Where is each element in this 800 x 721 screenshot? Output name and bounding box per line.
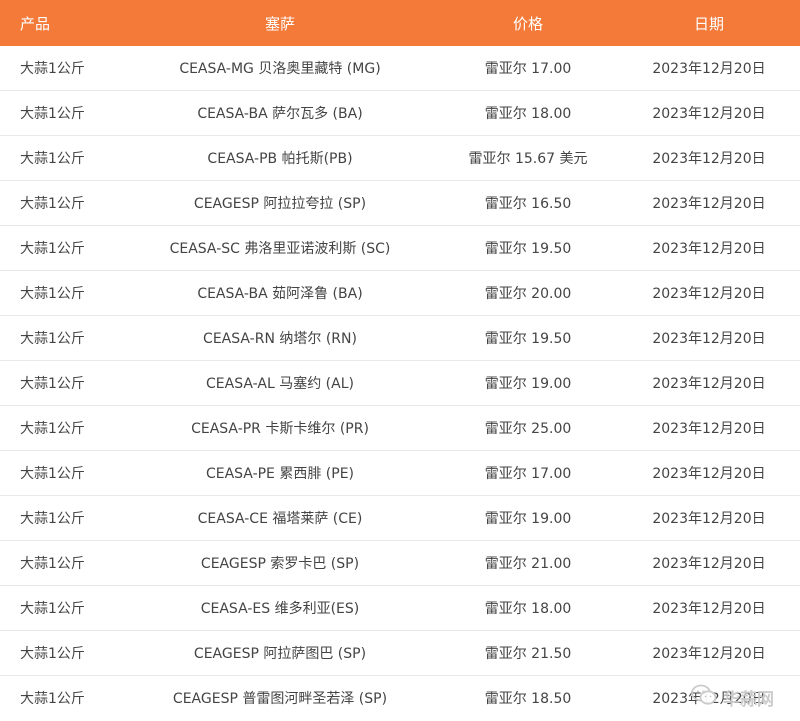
cell-date: 2023年12月20日 bbox=[618, 360, 800, 406]
cell-ceasa: CEASA-MG 贝洛奥里藏特 (MG) bbox=[179, 61, 381, 77]
cell-date: 2023年12月20日 bbox=[618, 225, 800, 271]
cell-price: 雷亚尔 19.50 bbox=[438, 225, 618, 271]
watermark: 华蒜网 bbox=[691, 684, 774, 711]
cell-ceasa: CEASA-BA 茹阿泽鲁 (BA) bbox=[122, 270, 438, 316]
cell-product: 大蒜1公斤 bbox=[0, 585, 122, 631]
price-table: 产品 塞萨 价格 日期 大蒜1公斤 CEASA-MG 贝洛奥里藏特 (MG) 雷亚尔… bbox=[0, 0, 800, 720]
cell-date: 2023年12月20日 bbox=[618, 630, 800, 676]
wechat-icon bbox=[691, 684, 717, 711]
cell-product: 大蒜1公斤 bbox=[0, 315, 122, 361]
cell-date: 2023年12月20日 bbox=[618, 90, 800, 136]
cell-date: 2023年12月20日 bbox=[618, 135, 800, 181]
table-row: 大蒜1公斤 CEASA-BA 萨尔瓦多 (BA) 雷亚尔 18.00 2023年12月… bbox=[0, 90, 800, 136]
cell-product: 大蒜1公斤 bbox=[0, 90, 122, 136]
table-header: 产品 塞萨 价格 日期 bbox=[0, 0, 800, 46]
cell-date: 2023年12月20日 bbox=[618, 315, 800, 361]
cell-ceasa: CEASA-PB 帕托斯(PB) bbox=[122, 135, 438, 181]
cell-product: 大蒜1公斤 bbox=[0, 495, 122, 541]
cell-date: 2023年12月20日 bbox=[618, 180, 800, 226]
cell-product: 大蒜1公斤 bbox=[0, 135, 122, 181]
cell-ceasa: CEASA-PE 累西腓 (PE) bbox=[122, 450, 438, 496]
cell-product: 大蒜1公斤 bbox=[0, 270, 122, 316]
cell-product: 大蒜1公斤 bbox=[0, 450, 122, 496]
cell-product: 大蒜1公斤 bbox=[0, 540, 122, 586]
cell-price: 雷亚尔 18.00 bbox=[438, 90, 618, 136]
table-body: 大蒜1公斤 CEASA-MG 贝洛奥里藏特 (MG) 雷亚尔 17.00 2023年1… bbox=[0, 46, 800, 720]
column-header-product: 产品 bbox=[20, 14, 51, 33]
cell-ceasa: CEASA-RN 纳塔尔 (RN) bbox=[122, 315, 438, 361]
table-row: 大蒜1公斤 CEASA-CE 福塔莱萨 (CE) 雷亚尔 19.00 2023年12月… bbox=[0, 495, 800, 541]
cell-ceasa: CEASA-CE 福塔莱萨 (CE) bbox=[122, 495, 438, 541]
table-row: 大蒜1公斤 CEASA-BA 茹阿泽鲁 (BA) 雷亚尔 20.00 2023年12月… bbox=[0, 270, 800, 316]
cell-ceasa: CEAGESP 普雷图河畔圣若泽 (SP) bbox=[122, 675, 438, 720]
cell-product: 大蒜1公斤 bbox=[0, 630, 122, 676]
cell-ceasa: CEASA-BA 萨尔瓦多 (BA) bbox=[122, 90, 438, 136]
cell-ceasa: CEASA-SC 弗洛里亚诺波利斯 (SC) bbox=[122, 225, 438, 271]
cell-ceasa: CEAGESP 阿拉萨图巴 (SP) bbox=[122, 630, 438, 676]
cell-price: 雷亚尔 19.00 bbox=[438, 360, 618, 406]
cell-date: 2023年12月20日 bbox=[618, 585, 800, 631]
cell-price: 雷亚尔 19.00 bbox=[438, 495, 618, 541]
cell-price: 雷亚尔 17.00 bbox=[438, 450, 618, 496]
cell-price: 雷亚尔 18.00 bbox=[438, 585, 618, 631]
cell-price: 雷亚尔 15.67 美元 bbox=[438, 135, 618, 181]
table-row: 大蒜1公斤 CEASA-RN 纳塔尔 (RN) 雷亚尔 19.50 2023年12月2… bbox=[0, 315, 800, 361]
table-row: 大蒜1公斤 CEASA-SC 弗洛里亚诺波利斯 (SC) 雷亚尔 19.50 2023… bbox=[0, 225, 800, 271]
cell-price: 雷亚尔 18.50 bbox=[438, 675, 618, 720]
cell-product: 大蒜1公斤 bbox=[0, 180, 122, 226]
cell-price: 雷亚尔 16.50 bbox=[438, 180, 618, 226]
cell-price: 雷亚尔 19.50 bbox=[438, 315, 618, 361]
table-row: 大蒜1公斤CEAGESP 普雷图河畔圣若泽 (SP)雷亚尔 18.502023年… bbox=[0, 675, 800, 720]
table-row: 大蒜1公斤 CEASA-AL 马塞约 (AL) 雷亚尔 19.00 2023年12月2… bbox=[0, 360, 800, 406]
table-row: 大蒜1公斤 CEASA-PB 帕托斯(PB) 雷亚尔 15.67 美元 2023年12… bbox=[0, 135, 800, 181]
table-row: 大蒜1公斤 CEAGESP 阿拉萨图巴 (SP) 雷亚尔 21.50 2023年12月… bbox=[0, 630, 800, 676]
table-row: 大蒜1公斤 CEASA-PE 累西腓 (PE) 雷亚尔 17.00 2023年12月2… bbox=[0, 450, 800, 496]
watermark-text: 华蒜网 bbox=[723, 690, 774, 710]
column-header-ceasa: 塞萨 bbox=[264, 14, 295, 33]
cell-date: 2023年12月20日 bbox=[618, 405, 800, 451]
cell-ceasa: CEASA-PR 卡斯卡维尔 (PR) bbox=[122, 405, 438, 451]
cell-ceasa: CEASA-ES 维多利亚(ES) bbox=[122, 585, 438, 631]
table-row: 大蒜1公斤 CEASA-PR 卡斯卡维尔 (PR) 雷亚尔 25.00 2023年12… bbox=[0, 405, 800, 451]
cell-ceasa: CEAGESP 索罗卡巴 (SP) bbox=[122, 540, 438, 586]
cell-date: 2023年12月20日 bbox=[618, 540, 800, 586]
cell-price: 雷亚尔 20.00 bbox=[438, 270, 618, 316]
cell-product: 大蒜1公斤 bbox=[0, 405, 122, 451]
cell-product: 大蒜1公斤 bbox=[0, 360, 122, 406]
cell-date: 2023年12月20日 bbox=[618, 450, 800, 496]
cell-product: 大蒜1公斤 bbox=[20, 61, 85, 77]
cell-price: 雷亚尔 25.00 bbox=[438, 405, 618, 451]
column-header-date: 日期 bbox=[693, 14, 724, 33]
cell-price: 雷亚尔 17.00 bbox=[484, 61, 572, 77]
cell-date: 2023年12月20日 bbox=[652, 61, 766, 77]
cell-ceasa: CEAGESP 阿拉拉夸拉 (SP) bbox=[122, 180, 438, 226]
table-header-row: 产品 塞萨 价格 日期 bbox=[0, 0, 800, 46]
cell-date: 2023年12月20日 bbox=[618, 270, 800, 316]
cell-ceasa: CEASA-AL 马塞约 (AL) bbox=[122, 360, 438, 406]
cell-product: 大蒜1公斤 bbox=[0, 675, 122, 720]
cell-product: 大蒜1公斤 bbox=[0, 225, 122, 271]
table-row: 大蒜1公斤 CEASA-MG 贝洛奥里藏特 (MG) 雷亚尔 17.00 2023年1… bbox=[0, 46, 800, 91]
table-row: 大蒜1公斤 CEAGESP 索罗卡巴 (SP) 雷亚尔 21.00 2023年12月2… bbox=[0, 540, 800, 586]
table-row: 大蒜1公斤 CEAGESP 阿拉拉夸拉 (SP) 雷亚尔 16.50 2023年12月… bbox=[0, 180, 800, 226]
cell-date: 2023年12月20日 bbox=[618, 495, 800, 541]
cell-price: 雷亚尔 21.00 bbox=[438, 540, 618, 586]
cell-price: 雷亚尔 21.50 bbox=[438, 630, 618, 676]
column-header-price: 价格 bbox=[512, 14, 543, 33]
table-row: 大蒜1公斤 CEASA-ES 维多利亚(ES) 雷亚尔 18.00 2023年12月2… bbox=[0, 585, 800, 631]
